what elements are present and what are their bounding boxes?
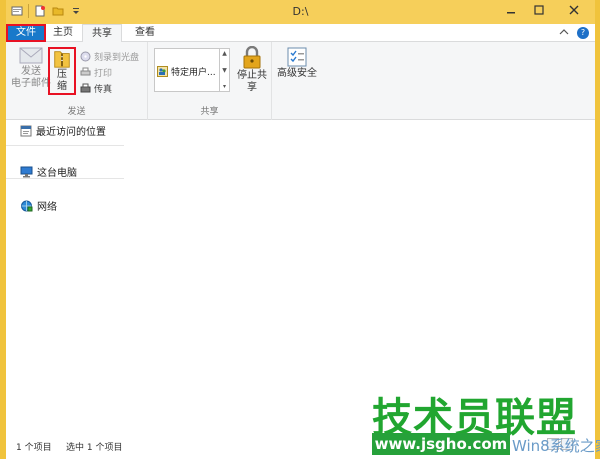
stop-sharing-label: 停止共享	[237, 70, 267, 93]
ribbon-panel: 发送 电子邮件 压 缩 刻录到光盘 打印 传真 发送 特定用户... ▲ ▼ ▾…	[6, 42, 595, 120]
security-group: 高级安全	[272, 42, 322, 120]
advanced-security-button[interactable]: 高级安全	[276, 46, 318, 80]
computer-icon	[20, 166, 33, 177]
title-bar: D:\	[6, 0, 595, 24]
fax-button[interactable]: 传真	[80, 82, 139, 95]
send-group: 发送 电子邮件 压 缩 刻录到光盘 打印 传真 发送	[6, 42, 148, 120]
nav-network[interactable]: 网络	[20, 198, 57, 213]
watermark: 技术员联盟 www.jsgho.com Win8系统之家	[372, 385, 600, 459]
watermark-url: www.jsgho.com	[372, 433, 510, 455]
disc-icon	[80, 51, 91, 62]
fax-label: 传真	[94, 85, 113, 95]
minimize-icon[interactable]	[497, 0, 525, 20]
stop-sharing-button[interactable]: 停止共享	[234, 46, 270, 94]
burn-disc-label: 刻录到光盘	[94, 53, 140, 63]
compress-button[interactable]: 压 缩	[48, 47, 76, 95]
share-list-scroller[interactable]: ▲ ▼ ▾	[220, 48, 230, 92]
share-group-label: 共享	[200, 107, 219, 117]
specific-users-item[interactable]: 特定用户...	[157, 65, 216, 78]
ribbon-controls: ?	[559, 27, 589, 39]
lock-icon	[243, 46, 261, 69]
print-button[interactable]: 打印	[80, 66, 139, 79]
navigation-pane: 最近访问的位置 这台电脑 网络	[6, 121, 124, 433]
zip-folder-icon	[54, 51, 70, 68]
scroll-up-icon[interactable]: ▲	[222, 50, 227, 57]
compress-line2: 缩	[57, 81, 67, 92]
nav-divider	[6, 145, 124, 146]
printer-icon	[80, 67, 91, 76]
security-checklist-icon	[287, 47, 307, 67]
send-group-label: 发送	[67, 107, 86, 117]
close-icon[interactable]	[553, 0, 595, 20]
item-count: 1 个项目	[16, 443, 52, 453]
nav-recent-label: 最近访问的位置	[36, 127, 106, 138]
send-email-button[interactable]: 发送 电子邮件	[10, 46, 52, 90]
compress-line1: 压	[57, 69, 67, 80]
share-with-list[interactable]: 特定用户...	[154, 48, 220, 92]
advanced-security-label: 高级安全	[277, 68, 317, 79]
send-email-label: 发送 电子邮件	[11, 66, 51, 90]
tab-home[interactable]: 主页	[46, 24, 80, 42]
email-icon	[19, 47, 43, 64]
recent-places-icon	[20, 125, 32, 136]
nav-network-label: 网络	[37, 202, 57, 213]
send-email-line1: 发送	[21, 66, 41, 77]
fax-icon	[80, 83, 91, 93]
send-small-buttons: 刻录到光盘 打印 传真	[80, 50, 139, 95]
tab-file[interactable]: 文件	[6, 24, 46, 42]
expand-ribbon-icon[interactable]	[559, 28, 569, 39]
maximize-icon[interactable]	[525, 0, 553, 20]
selected-count: 选中 1 个项目	[66, 443, 123, 453]
help-icon[interactable]: ?	[577, 27, 589, 39]
specific-users-label: 特定用户...	[171, 68, 216, 78]
nav-this-pc-label: 这台电脑	[37, 168, 77, 179]
ribbon-tabs: 文件 主页 共享 查看 ?	[6, 24, 595, 43]
burn-disc-button[interactable]: 刻录到光盘	[80, 50, 139, 63]
window-controls	[497, 0, 595, 20]
nav-this-pc[interactable]: 这台电脑	[20, 164, 77, 179]
tab-share[interactable]: 共享	[82, 24, 122, 43]
nav-divider	[6, 178, 124, 179]
compress-label: 压 缩	[57, 69, 67, 93]
share-group: 特定用户... ▲ ▼ ▾ 停止共享 共享	[148, 42, 272, 120]
network-icon	[21, 200, 33, 211]
print-label: 打印	[94, 69, 113, 79]
send-email-line2: 电子邮件	[11, 78, 51, 89]
users-icon	[157, 66, 168, 77]
nav-recent[interactable]: 最近访问的位置	[20, 123, 106, 138]
expand-list-icon[interactable]: ▾	[223, 83, 226, 90]
tab-view[interactable]: 查看	[126, 24, 164, 42]
scroll-down-icon[interactable]: ▼	[222, 67, 227, 74]
watermark-subtitle: Win8系统之家	[512, 437, 600, 455]
